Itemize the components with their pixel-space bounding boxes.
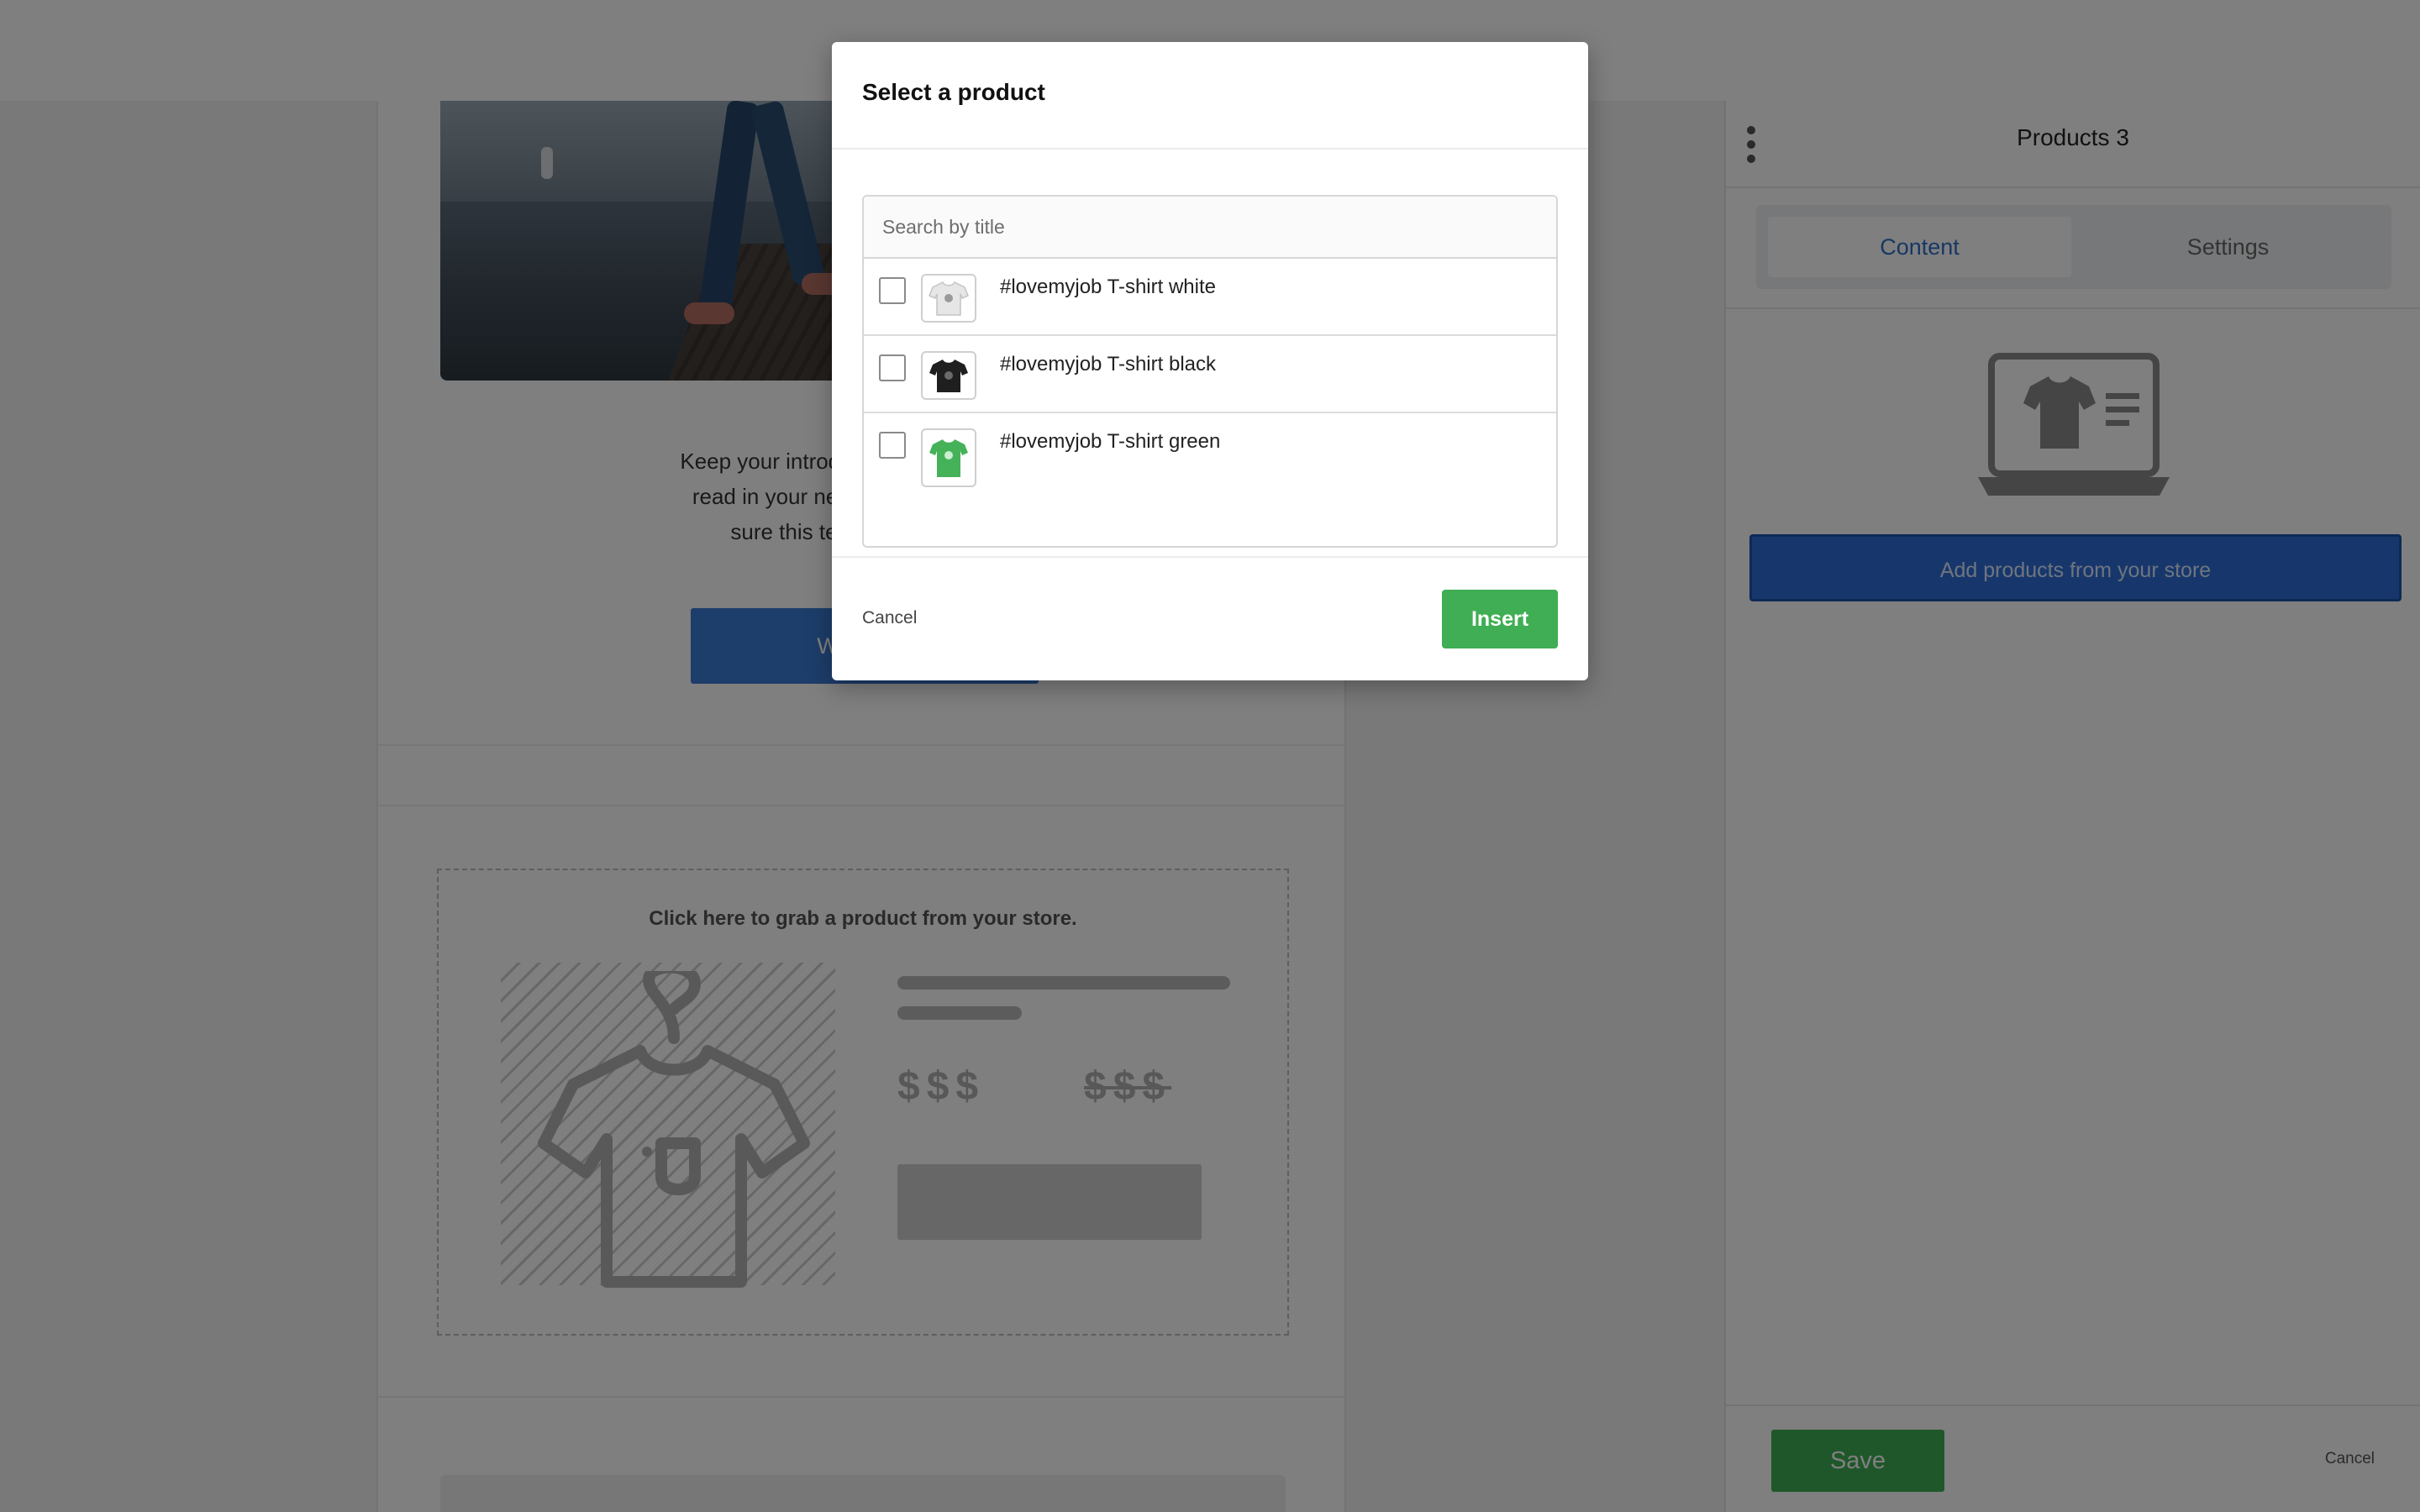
product-thumbnail xyxy=(921,351,976,400)
select-product-dialog: Select a product #lovemyjob T-shirt whit… xyxy=(832,42,1588,680)
product-title: #lovemyjob T-shirt green xyxy=(1000,430,1221,453)
cancel-button[interactable]: Cancel xyxy=(862,608,917,628)
tshirt-white-icon xyxy=(929,281,969,316)
product-checkbox[interactable] xyxy=(879,432,906,459)
product-thumbnail xyxy=(921,428,976,487)
product-row[interactable]: #lovemyjob T-shirt green xyxy=(864,413,1556,506)
product-checkbox[interactable] xyxy=(879,354,906,381)
tshirt-black-icon xyxy=(929,360,968,392)
product-picker: #lovemyjob T-shirt white #lovemyjob T-sh… xyxy=(862,195,1558,548)
product-title: #lovemyjob T-shirt black xyxy=(1000,353,1216,375)
search-input[interactable] xyxy=(864,197,1556,259)
insert-button[interactable]: Insert xyxy=(1442,590,1558,648)
product-title: #lovemyjob T-shirt white xyxy=(1000,276,1216,298)
dialog-title: Select a product xyxy=(862,79,1045,105)
product-row[interactable]: #lovemyjob T-shirt white xyxy=(864,259,1556,336)
tshirt-green-icon xyxy=(929,439,968,477)
product-checkbox[interactable] xyxy=(879,277,906,304)
product-row[interactable]: #lovemyjob T-shirt black xyxy=(864,336,1556,413)
product-thumbnail xyxy=(921,274,976,323)
